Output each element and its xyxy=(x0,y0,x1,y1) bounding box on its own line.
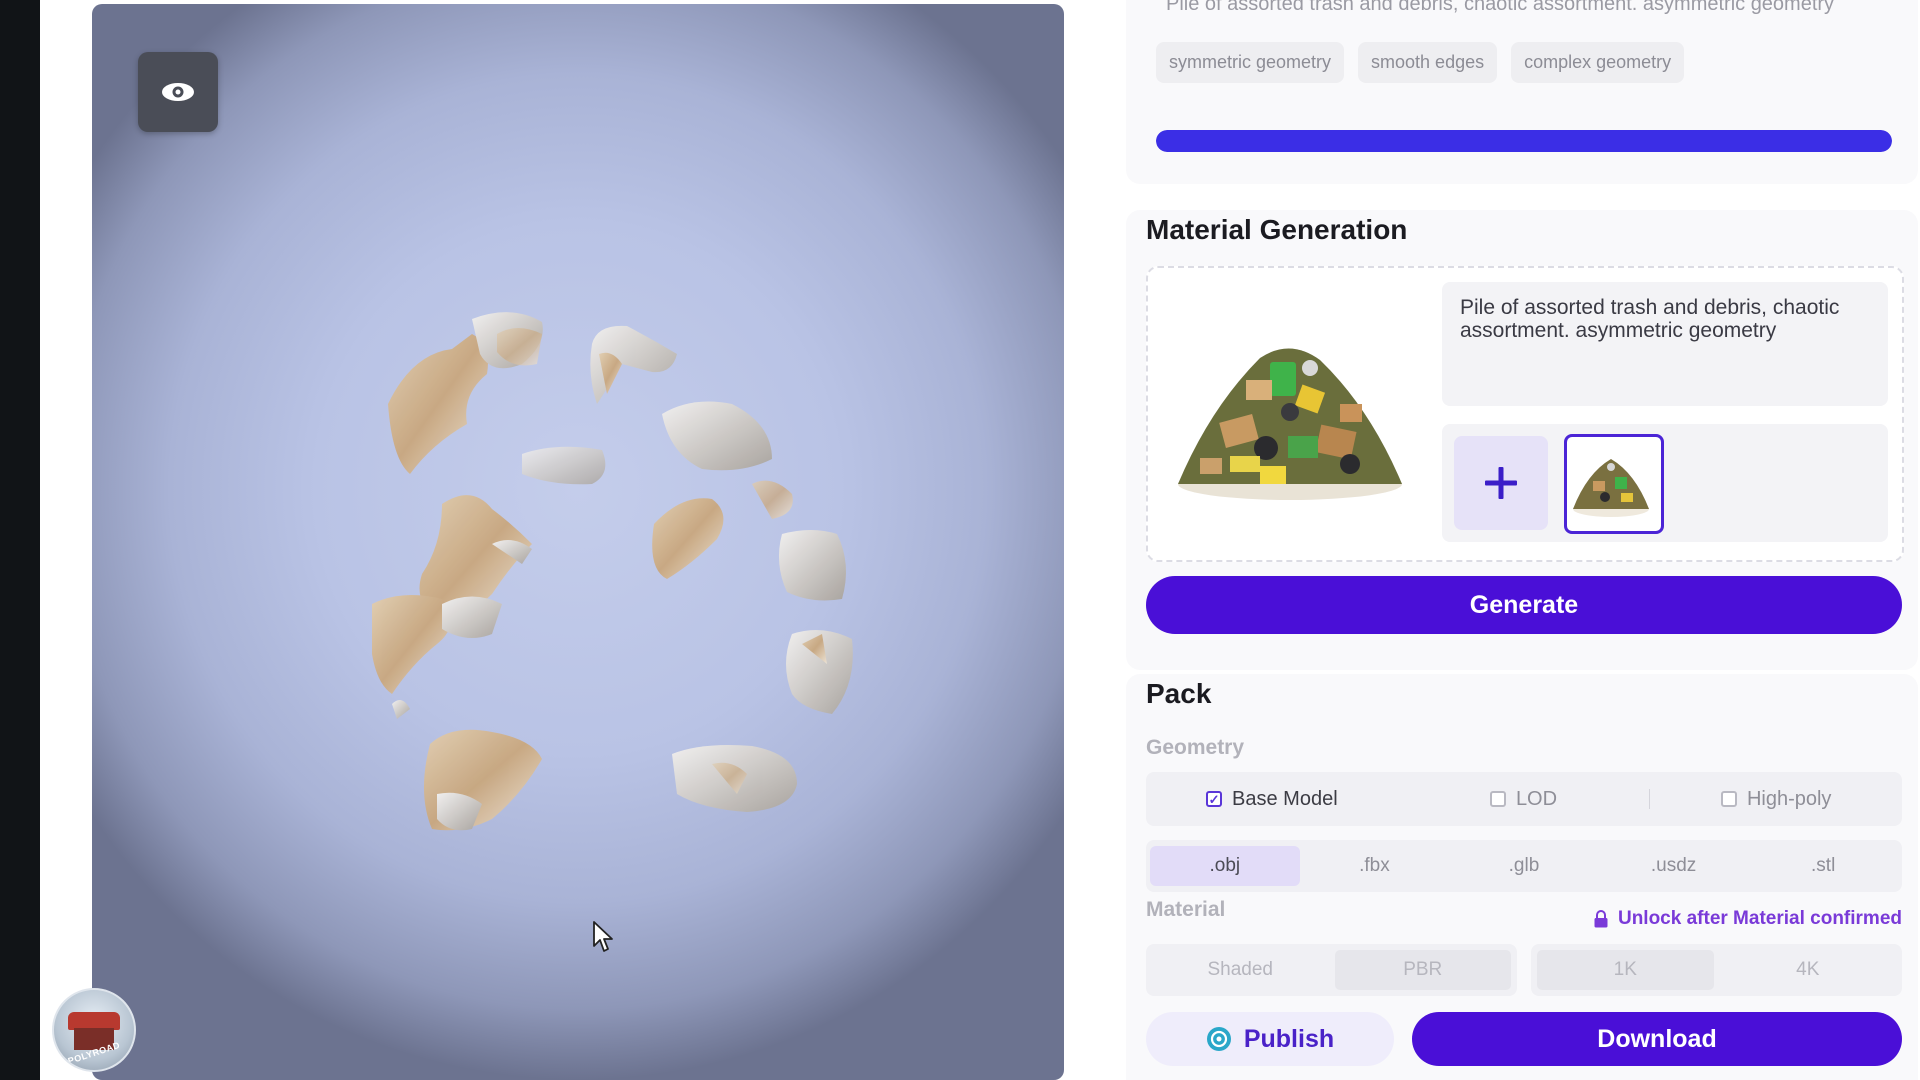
geometry-option-label: High-poly xyxy=(1746,787,1832,810)
lock-notice-text: Unlock after Material confirmed xyxy=(1617,908,1902,929)
pack-card: Pack Geometry ✓ Base Model LOD High-poly xyxy=(1126,674,1918,1080)
prompt-tags: symmetric geometry smooth edges complex … xyxy=(1156,42,1685,83)
checkbox-checked-icon: ✓ xyxy=(1206,791,1223,807)
material-option-pbr[interactable]: PBR xyxy=(1334,950,1511,990)
geometry-option-label: LOD xyxy=(1515,787,1558,810)
side-panel: Pile of assorted trash and debris, chaot… xyxy=(1086,0,1920,1080)
resolution-option-1k[interactable]: 1K xyxy=(1537,950,1714,990)
progress-fill xyxy=(1156,130,1892,152)
progress-bar xyxy=(1156,130,1892,152)
trash-pile-preview-image xyxy=(1178,348,1402,500)
format-option-fbx[interactable]: .fbx xyxy=(1300,846,1450,886)
reference-image-row xyxy=(1442,424,1888,542)
visibility-toggle-button[interactable] xyxy=(138,52,218,132)
model-viewer[interactable] xyxy=(92,4,1064,1080)
trash-pile-thumbnail xyxy=(1573,459,1649,517)
format-selector: .obj .fbx .glb .usdz .stl xyxy=(1146,840,1902,892)
format-option-usdz[interactable]: .usdz xyxy=(1599,846,1749,886)
selected-reference-thumbnail[interactable] xyxy=(1564,434,1664,534)
geometry-option-lod[interactable]: LOD xyxy=(1398,788,1650,811)
download-button[interactable]: Download xyxy=(1412,1012,1902,1066)
material-option-shaded[interactable]: Shaded xyxy=(1152,950,1329,990)
eye-icon xyxy=(162,83,194,101)
debris-model-preview[interactable] xyxy=(92,4,1064,1080)
app-window: Pile of assorted trash and debris, chaot… xyxy=(40,0,1920,1080)
geometry-options: ✓ Base Model LOD High-poly xyxy=(1146,772,1902,826)
checkbox-unchecked-icon xyxy=(1489,791,1506,807)
publish-globe-icon xyxy=(1206,1027,1231,1051)
material-options: Shaded PBR 1K 4K xyxy=(1146,944,1902,996)
format-option-glb[interactable]: .glb xyxy=(1449,846,1599,886)
lock-icon xyxy=(1594,910,1608,928)
geometry-option-high-poly[interactable]: High-poly xyxy=(1650,788,1902,811)
geometry-label: Geometry xyxy=(1146,736,1245,759)
debris-fragments xyxy=(372,312,853,831)
mouse-pointer-icon xyxy=(593,921,613,952)
geometry-option-base-model[interactable]: ✓ Base Model xyxy=(1146,788,1398,811)
geometry-prompt-text: Pile of assorted trash and debris, chaot… xyxy=(1166,0,1835,15)
format-option-obj[interactable]: .obj xyxy=(1150,846,1300,886)
material-type-selector: Shaded PBR xyxy=(1146,944,1517,996)
channel-avatar: POLYROAD xyxy=(52,988,136,1072)
geometry-card: Pile of assorted trash and debris, chaot… xyxy=(1126,0,1918,184)
material-generation-card: Material Generation Pile of assorted tra… xyxy=(1126,210,1918,670)
material-label: Material xyxy=(1146,898,1226,921)
material-input-box: Pile of assorted trash and debris, chaot… xyxy=(1146,266,1904,562)
material-generation-title: Material Generation xyxy=(1146,214,1408,245)
resolution-selector: 1K 4K xyxy=(1531,944,1902,996)
generate-button[interactable]: Generate xyxy=(1146,576,1902,634)
material-prompt-text[interactable]: Pile of assorted trash and debris, chaot… xyxy=(1442,282,1888,406)
resolution-option-4k[interactable]: 4K xyxy=(1720,950,1897,990)
tag-chip[interactable]: complex geometry xyxy=(1511,42,1685,83)
add-image-button[interactable] xyxy=(1454,436,1548,530)
checkbox-unchecked-icon xyxy=(1720,791,1737,807)
tag-chip[interactable]: symmetric geometry xyxy=(1156,42,1345,83)
geometry-option-label: Base Model xyxy=(1232,787,1338,810)
material-lock-notice: Unlock after Material confirmed xyxy=(1594,908,1902,930)
pack-title: Pack xyxy=(1146,678,1212,709)
format-option-stl[interactable]: .stl xyxy=(1748,846,1898,886)
plus-icon xyxy=(1485,467,1517,499)
tag-chip[interactable]: smooth edges xyxy=(1358,42,1498,83)
publish-button[interactable]: Publish xyxy=(1146,1012,1394,1066)
publish-label: Publish xyxy=(1243,1024,1335,1053)
